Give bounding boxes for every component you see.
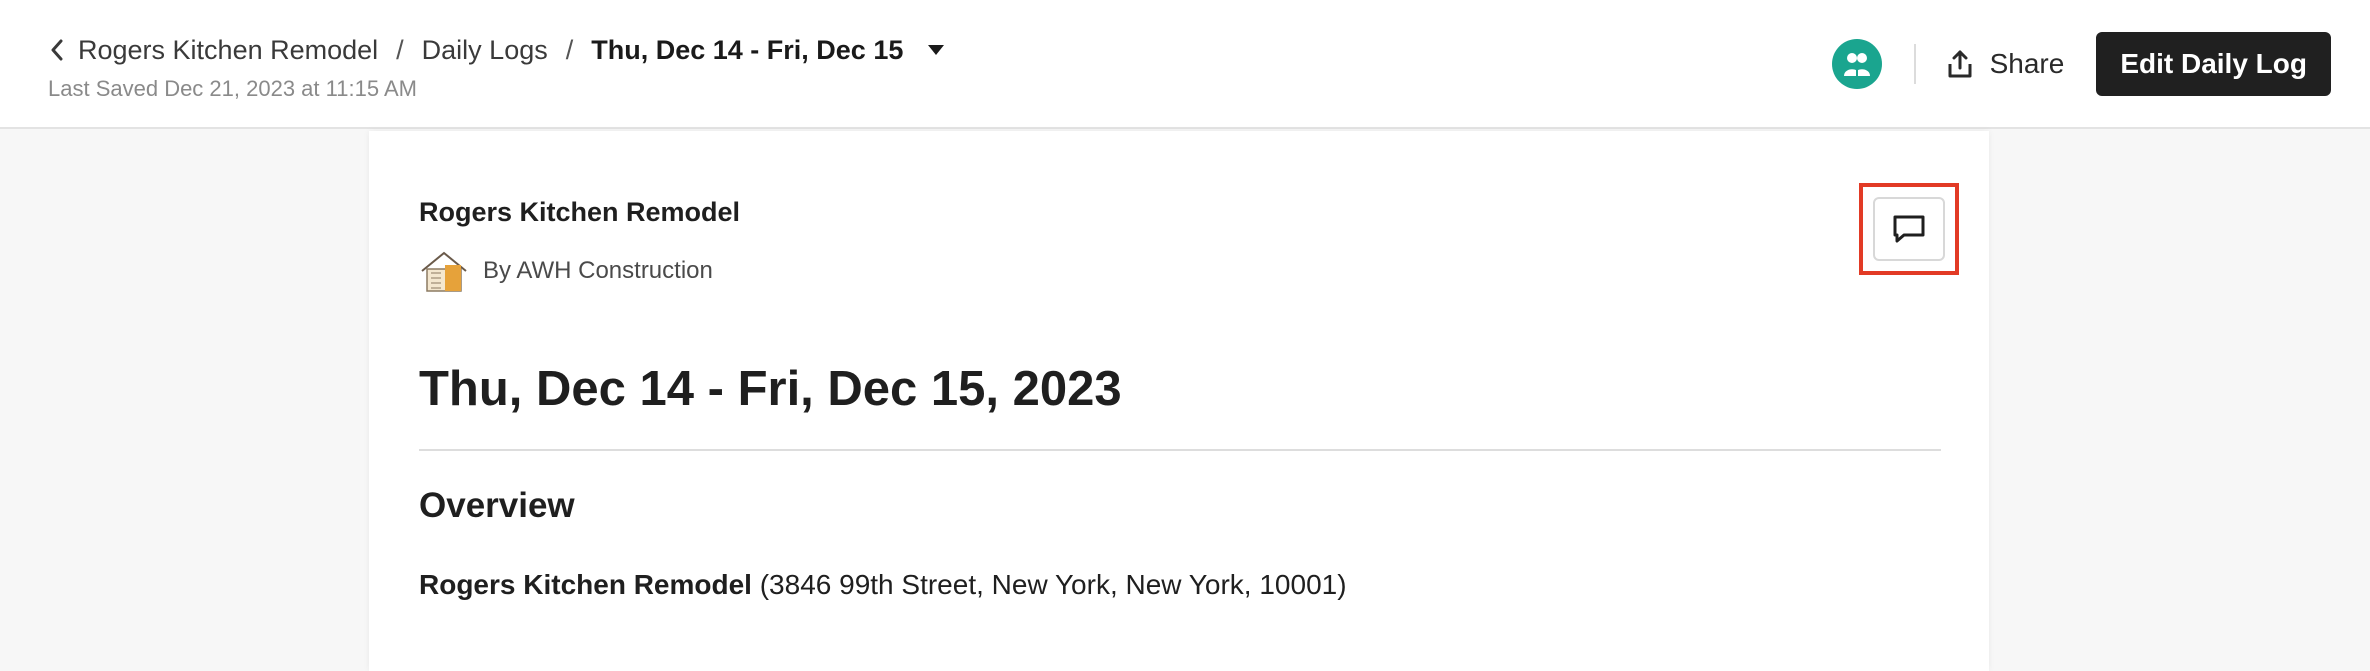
- comment-highlight-frame: [1859, 183, 1959, 275]
- breadcrumb-daily-logs-link[interactable]: Daily Logs: [422, 35, 548, 66]
- house-logo-icon: [421, 251, 467, 292]
- comment-icon: [1893, 215, 1925, 243]
- top-header: Rogers Kitchen Remodel / Daily Logs / Th…: [0, 0, 2370, 129]
- share-button[interactable]: Share: [1946, 48, 2065, 80]
- project-name: Rogers Kitchen Remodel: [419, 197, 741, 227]
- last-saved-text: Last Saved Dec 21, 2023 at 11:15 AM: [48, 76, 417, 101]
- company-row: By AWH Construction: [419, 249, 713, 293]
- edit-daily-log-button[interactable]: Edit Daily Log: [2096, 32, 2331, 96]
- header-divider: [1913, 44, 1916, 84]
- section-divider: [419, 449, 1941, 451]
- breadcrumb-project-link[interactable]: Rogers Kitchen Remodel: [78, 35, 378, 66]
- overview-project-name: Rogers Kitchen Remodel: [419, 569, 752, 600]
- breadcrumb-current-log: Thu, Dec 14 - Fri, Dec 15: [591, 34, 904, 65]
- breadcrumb-separator: /: [396, 34, 404, 65]
- chevron-left-icon[interactable]: [46, 35, 68, 65]
- overview-heading: Overview: [419, 486, 575, 525]
- overview-address: (3846 99th Street, New York, New York, 1…: [759, 569, 1347, 600]
- share-upload-icon: [1948, 50, 1972, 78]
- share-label: Share: [1989, 48, 2065, 79]
- breadcrumb: Rogers Kitchen Remodel / Daily Logs / Th…: [46, 28, 947, 72]
- header-actions: Share Edit Daily Log: [1831, 32, 2331, 96]
- breadcrumb-separator: /: [565, 34, 574, 65]
- company-name: By AWH Construction: [483, 257, 713, 284]
- users-icon[interactable]: [1831, 39, 1882, 89]
- caret-down-icon[interactable]: [925, 39, 947, 61]
- overview-project-address: Rogers Kitchen Remodel (3846 99th Street…: [419, 569, 1347, 601]
- comment-button[interactable]: [1873, 197, 1945, 261]
- log-date-title: Thu, Dec 14 - Fri, Dec 15, 2023: [419, 362, 1122, 416]
- daily-log-card: Rogers Kitchen Remodel By AWH Constructi…: [369, 131, 1989, 671]
